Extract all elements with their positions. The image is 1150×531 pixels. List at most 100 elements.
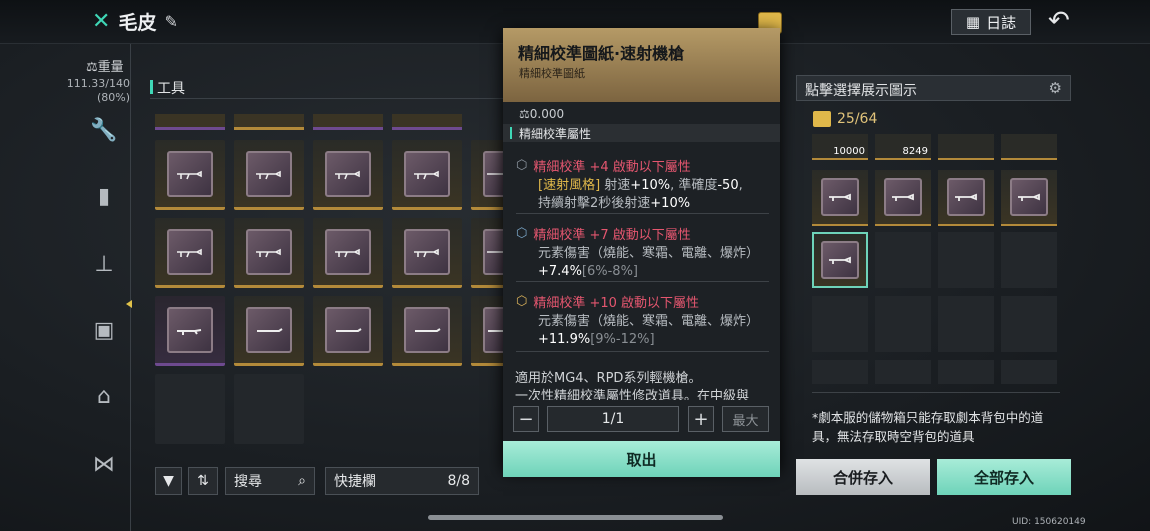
increase-button[interactable]: + [688,406,714,432]
attr-accent [510,127,512,139]
empty-slot[interactable] [938,232,994,288]
calendar-icon: ▦ [965,13,981,31]
filter-button[interactable]: ▼ [155,467,182,495]
decrease-button[interactable]: − [513,406,539,432]
shield-icon: ⬡ [516,158,528,173]
inventory-item[interactable] [471,218,505,288]
butterfly-nav-icon[interactable]: ⋈ [88,448,120,480]
empty-slot[interactable] [1001,232,1057,288]
back-icon[interactable]: ↶ [1048,6,1070,36]
search-input[interactable]: 搜尋 ⌕ [225,467,315,495]
section-divider [150,98,510,99]
partial-row [155,114,505,130]
home-indicator [428,515,723,520]
display-icon-selector[interactable]: 點擊選擇展示圖示 ⚙ [796,75,1071,101]
bonus-title: 精細校準 +7 啟動以下屬性 [533,228,691,243]
storage-item[interactable] [1001,170,1057,226]
storage-top-row: 10000 8249 [812,134,1060,160]
store-all-button[interactable]: 全部存入 [937,459,1071,495]
storage-box-icon [813,111,831,127]
inventory-item[interactable] [313,296,383,366]
inventory-item[interactable] [155,296,225,366]
item-description: 適用於MG4、RPD系列輕機槍。 一次性精細校準屬性修改道具。在中級與 [515,371,750,400]
inventory-item[interactable] [313,218,383,288]
shield-icon: ⬡ [516,226,528,241]
bonus-line: [速射風格] 射速+10%, 準確度-50, [538,178,743,193]
empty-slot[interactable] [875,296,931,352]
empty-slot[interactable] [938,296,994,352]
divider [812,392,1060,393]
inventory-item[interactable] [313,140,383,210]
flashlight-nav-icon[interactable]: ⊥ [88,248,120,280]
section-accent [150,80,153,94]
bonus-line: 元素傷害（燒能、寒霜、電離、爆炸） [538,246,760,261]
quick-slot-bar[interactable]: 快捷欄 8/8 [325,467,479,495]
log-button[interactable]: ▦ 日誌 [951,9,1031,35]
storage-partial-row [812,360,1060,384]
weight-value: 111.33/140 (80%) [66,77,130,104]
quick-slot-count: 8/8 [447,473,470,489]
calendar-nav-icon[interactable]: ▣ [88,314,120,346]
empty-slot[interactable] [1001,296,1057,352]
inventory-item[interactable] [234,218,304,288]
quantity-field[interactable]: 1/1 [547,406,679,432]
tools-nav-icon[interactable]: 🔧 [88,114,120,146]
bottle-nav-icon[interactable]: ▮ [88,180,120,212]
quick-slot-label: 快捷欄 [334,474,376,490]
divider [516,351,769,352]
inventory-item[interactable] [392,140,462,210]
empty-slot[interactable] [155,374,225,444]
max-button[interactable]: 最大 [722,406,769,432]
inventory-item[interactable] [234,140,304,210]
storage-item[interactable] [812,170,868,226]
take-out-button[interactable]: 取出 [503,441,780,477]
popup-weight: ⚖0.000 [519,107,565,121]
stack-count: 10000 [833,146,865,157]
popup-title: 精細校準圖紙·速射機槍 [518,44,685,63]
home-nav-icon[interactable]: ⌂ [88,380,120,412]
empty-slot[interactable] [875,232,931,288]
log-label: 日誌 [986,13,1017,32]
weight-icon: ⚖ [519,107,530,121]
inventory-item[interactable] [392,296,462,366]
empty-slot[interactable] [812,296,868,352]
inventory-item[interactable] [234,296,304,366]
bonus-line: 元素傷害（燒能、寒霜、電離、爆炸） [538,314,760,329]
bonus-title: 精細校準 +4 啟動以下屬性 [533,160,691,175]
merge-store-button[interactable]: 合併存入 [796,459,930,495]
edit-name-icon[interactable]: ✎ [164,12,177,31]
inventory-item[interactable] [471,140,505,210]
storage-capacity: 25/64 [813,111,877,127]
uid-label: UID: 150620149 [1012,517,1086,527]
bonus-line: +11.9%[9%-12%] [538,332,655,347]
popup-subtitle: 精細校準圖紙 [519,67,585,80]
search-icon: ⌕ [298,473,306,489]
display-icon-label: 點擊選擇展示圖示 [805,83,917,99]
storage-item-selected[interactable] [812,232,868,288]
storage-note: *劇本服的儲物箱只能存取劇本背包中的道具，無法存取時空背包的道具 [812,410,1044,444]
character-name: 毛皮 [118,12,157,34]
search-label: 搜尋 [234,474,262,490]
empty-slot[interactable] [234,374,304,444]
bonus-block: ⬡ 精細校準 +10 啟動以下屬性 元素傷害（燒能、寒霜、電離、爆炸） +11.… [516,292,776,349]
bonus-line: +7.4%[6%-8%] [538,264,639,279]
character-emblem-icon: ✕ [92,9,111,34]
inventory-item[interactable] [155,218,225,288]
inventory-item[interactable] [392,218,462,288]
gear-icon[interactable]: ⚙ [1049,79,1062,97]
inventory-item[interactable] [471,296,505,366]
storage-item[interactable] [938,170,994,226]
section-title: 工具 [157,81,185,97]
storage-item[interactable] [875,170,931,226]
filter-icon: ▼ [163,473,174,489]
stack-count: 8249 [902,146,928,157]
selection-marker [126,300,132,308]
character-title: ✕ 毛皮 ✎ [92,8,178,35]
inventory-item[interactable] [155,140,225,210]
weight-icon: ⚖ [86,60,98,75]
sort-button[interactable]: ⇅ [188,467,218,495]
divider [516,281,769,282]
weight-label: ⚖重量 [86,60,124,75]
bonus-block: ⬡ 精細校準 +7 啟動以下屬性 元素傷害（燒能、寒霜、電離、爆炸） +7.4%… [516,224,776,281]
attr-section-title: 精細校準屬性 [519,127,592,141]
